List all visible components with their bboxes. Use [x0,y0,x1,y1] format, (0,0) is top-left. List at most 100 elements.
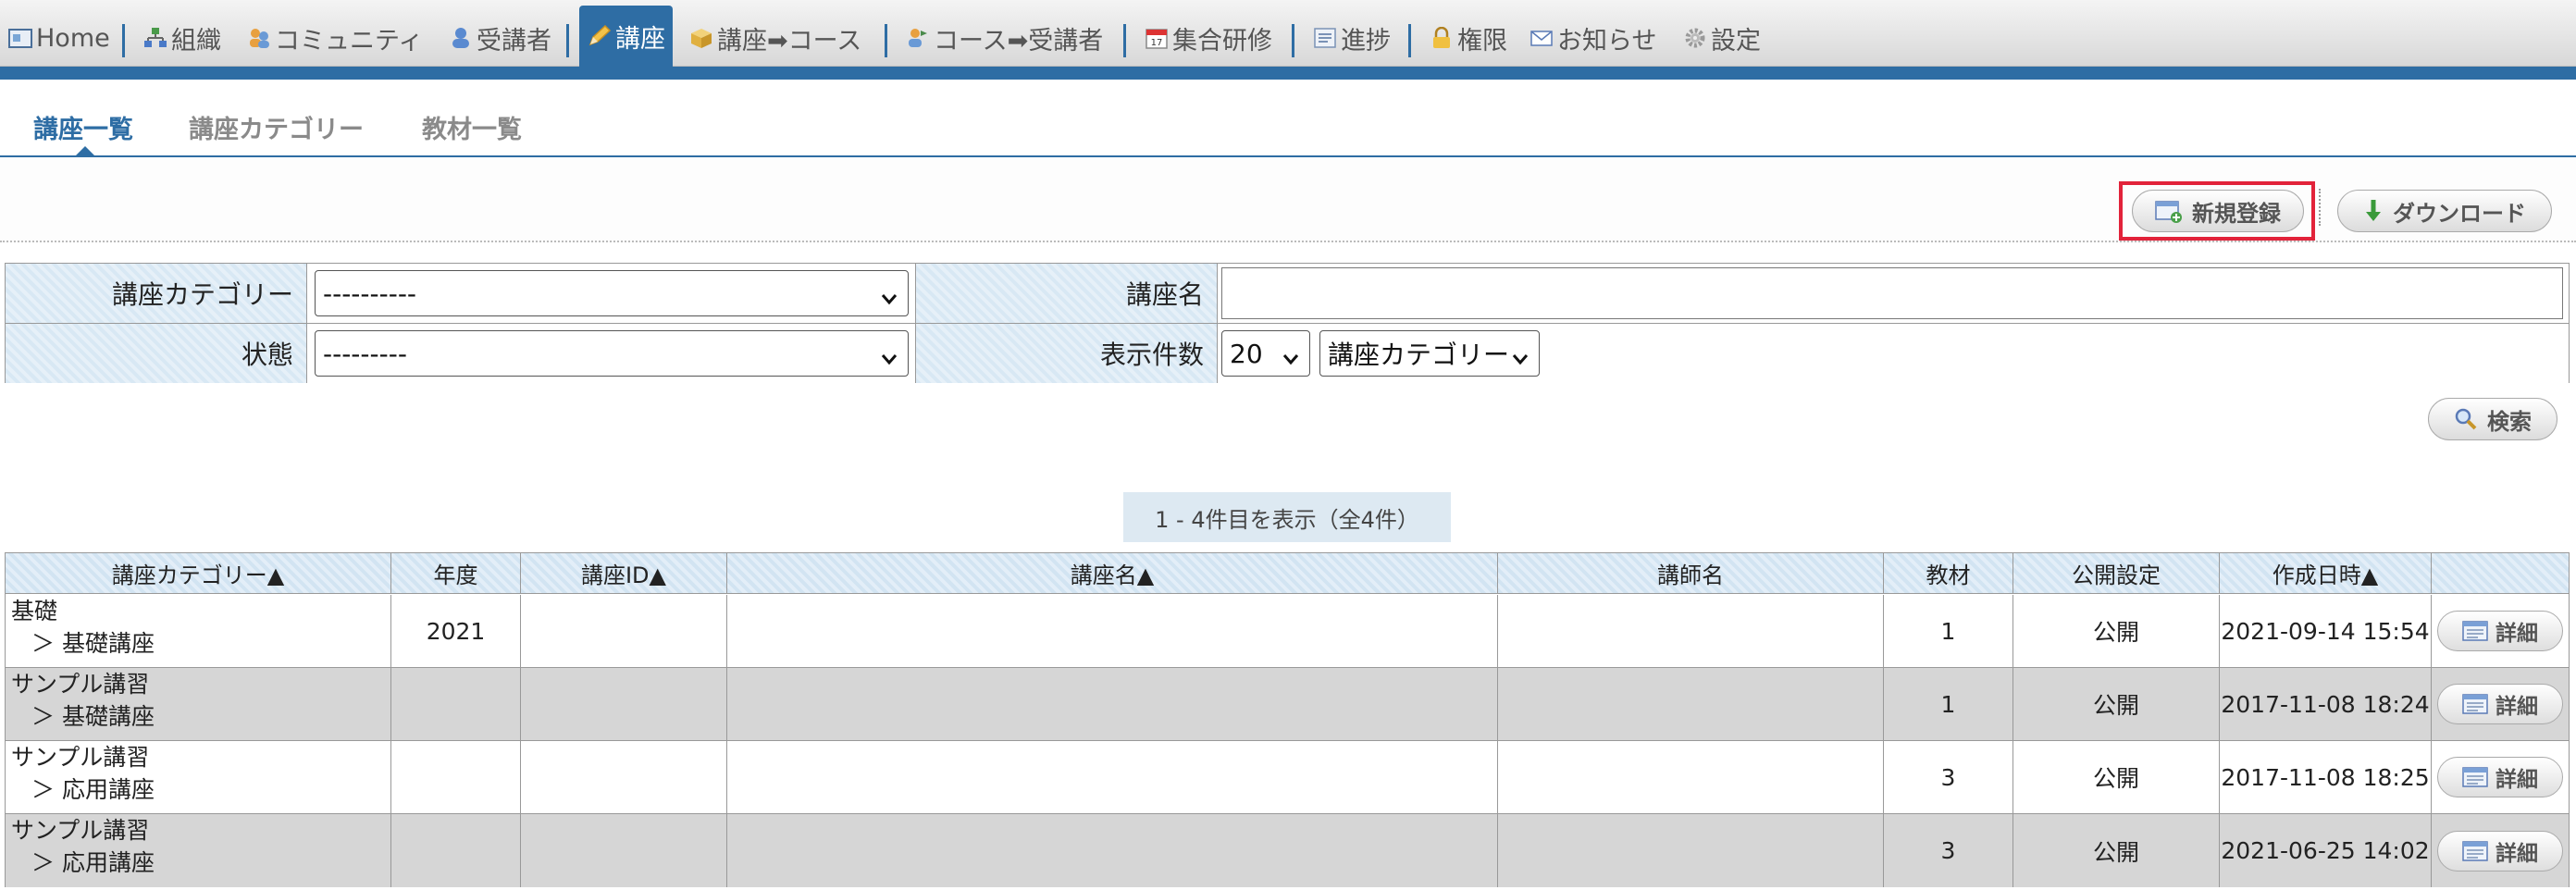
display-count-value: 20 [1230,338,1263,369]
public-cell: 公開 [2013,668,2220,741]
nav-divider [1408,24,1411,57]
status-select-value: --------- [323,338,407,369]
course-user-icon [905,25,931,51]
nav-group-training[interactable]: 17 集合研修 [1140,9,1276,67]
course-name-input[interactable] [1221,267,2563,319]
download-button[interactable]: ダウンロード [2337,190,2552,232]
nav-courses-label: 講座 [615,24,665,54]
category-cell: サンプル講習 ＞ 応用講座 [6,814,391,887]
category-label: 講座カテゴリー [6,264,307,323]
detail-button[interactable]: 詳細 [2437,830,2563,871]
material-header: 教材 [1884,553,2013,594]
top-navigation: Home 組織 コミュニティ 受講者 講座 講座➡コース コース➡受講者 17 … [0,0,2576,67]
id-cell [521,814,727,887]
calendar-icon: 17 [1144,25,1170,51]
chevron-down-icon [880,284,898,315]
search-button[interactable]: 検索 [2428,398,2557,440]
category-parent: 基礎 [11,598,58,624]
nav-course-to-class[interactable]: 講座➡コース [685,9,865,67]
display-count-select[interactable]: 20 [1221,330,1310,377]
name-cell [727,814,1498,887]
nav-courses[interactable]: 講座 [579,6,673,67]
nav-home[interactable]: Home [4,9,114,67]
sort-created-header[interactable]: 作成日時▲ [2220,553,2432,594]
teacher-header: 講師名 [1498,553,1884,594]
public-cell: 公開 [2013,814,2220,887]
community-icon [246,25,272,51]
sub-tabs: 講座一覧 講座カテゴリー 教材一覧 [0,80,2576,157]
category-select-value: ---------- [323,278,417,309]
status-label: 状態 [6,324,307,383]
svg-text:17: 17 [1151,38,1163,48]
nav-class-to-student-label: コース➡受講者 [934,26,1104,56]
new-registration-button[interactable]: 新規登録 [2132,190,2304,232]
results-table: 講座カテゴリー▲ 年度 講座ID▲ 講座名▲ 講師名 教材 公開設定 作成日時▲ 基礎 ＞ 基礎講… [5,552,2570,887]
sort-name-header[interactable]: 講座名▲ [727,553,1498,594]
search-icon [2454,407,2478,431]
nav-students[interactable]: 受講者 [444,9,555,67]
detail-button-label: 詳細 [2496,841,2538,866]
nav-divider [885,24,887,57]
teacher-cell [1498,814,1884,887]
new-registration-label: 新規登録 [2192,200,2281,227]
material-cell: 1 [1884,668,2013,741]
nav-community-label: コミュニティ [275,26,424,56]
download-arrow-icon [2363,198,2384,224]
download-label: ダウンロード [2393,200,2526,227]
year-cell: 2021 [391,595,521,668]
tab-course-list[interactable]: 講座一覧 [33,109,133,145]
tab-course-category[interactable]: 講座カテゴリー [189,109,364,145]
nav-divider [566,24,569,57]
nav-progress[interactable]: 進捗 [1308,9,1394,67]
status-select[interactable]: --------- [315,330,909,377]
created-cell: 2021-09-14 15:54 [2220,595,2432,668]
category-select[interactable]: ---------- [315,270,909,316]
category-cell: ---------- [307,264,916,323]
nav-community[interactable]: コミュニティ [242,9,427,67]
name-cell [727,668,1498,741]
pencil-icon [587,23,613,49]
organization-icon [142,25,168,51]
paging-info: 1 - 4件目を表示（全4件） [1123,492,1451,542]
chevron-down-icon [880,344,898,375]
chevron-down-icon [1282,344,1300,375]
nav-home-label: Home [36,23,110,53]
status-cell: --------- [307,324,916,383]
sort-category-header[interactable]: 講座カテゴリー▲ [6,553,391,594]
action-header [2432,553,2569,594]
detail-button[interactable]: 詳細 [2437,611,2563,651]
mail-icon [1529,25,1554,51]
nav-divider [1123,24,1126,57]
nav-permissions[interactable]: 権限 [1425,9,1511,67]
detail-button-label: 詳細 [2496,768,2538,792]
course-name-label: 講座名 [916,264,1218,323]
detail-button-label: 詳細 [2496,695,2538,719]
nav-organization[interactable]: 組織 [139,9,225,67]
nav-settings[interactable]: 設定 [1678,9,1765,67]
detail-button[interactable]: 詳細 [2437,684,2563,724]
category-child: ＞ 基礎講座 [31,630,155,657]
search-button-label: 検索 [2487,408,2532,435]
detail-button-label: 詳細 [2496,622,2538,646]
action-cell: 詳細 [2432,741,2569,814]
public-header: 公開設定 [2013,553,2220,594]
public-cell: 公開 [2013,741,2220,814]
new-window-icon [2155,199,2183,223]
sort-id-header[interactable]: 講座ID▲ [521,553,727,594]
category-parent: サンプル講習 [11,744,150,771]
box-icon [688,25,714,51]
nav-notices[interactable]: お知らせ [1525,9,1660,67]
tab-material-list[interactable]: 教材一覧 [422,109,522,145]
detail-button[interactable]: 詳細 [2437,757,2563,797]
nav-divider [1292,24,1294,57]
search-form: 講座カテゴリー ---------- 講座名 状態 --------- 表示件数… [5,263,2570,383]
list-icon [2462,620,2488,642]
category-parent: サンプル講習 [11,817,150,844]
toolbar-divider [2319,189,2321,226]
material-cell: 3 [1884,814,2013,887]
nav-settings-label: 設定 [1711,26,1761,56]
sort-select[interactable]: 講座カテゴリー [1319,330,1540,377]
nav-accent-bar [0,67,2576,80]
nav-class-to-student[interactable]: コース➡受講者 [901,9,1107,67]
chevron-down-icon [1511,344,1530,375]
